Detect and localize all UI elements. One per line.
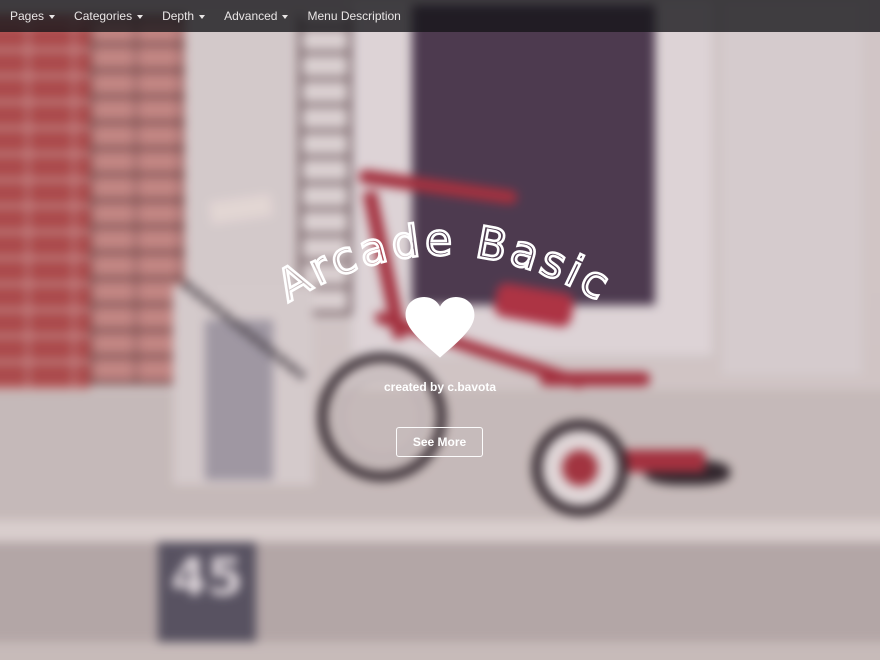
nav-item-label: Categories xyxy=(74,9,133,23)
nav-item-menu-description[interactable]: Menu Description xyxy=(307,9,400,23)
nav-item-label: Menu Description xyxy=(307,9,401,23)
caret-down-icon xyxy=(49,14,56,19)
nav-item-pages[interactable]: Pages xyxy=(10,9,56,23)
hero: Arcade Basic created by c.bavota See Mor… xyxy=(0,0,880,660)
caret-down-icon xyxy=(137,14,144,19)
heart-icon xyxy=(405,297,475,358)
caret-down-icon xyxy=(282,14,289,19)
main-menu: Pages Categories Depth Advanced Menu Des… xyxy=(0,0,880,32)
nav-item-label: Advanced xyxy=(224,9,278,23)
nav-item-label: Pages xyxy=(10,9,45,23)
nav-item-categories[interactable]: Categories xyxy=(74,9,144,23)
site-credit: created by c.bavota xyxy=(383,380,497,394)
nav-item-label: Depth xyxy=(162,9,195,23)
see-more-button[interactable]: See More xyxy=(396,427,483,457)
caret-down-icon xyxy=(199,14,206,19)
nav-item-advanced[interactable]: Advanced xyxy=(224,9,289,23)
top-navbar: Pages Categories Depth Advanced Menu Des… xyxy=(0,0,880,32)
nav-item-depth[interactable]: Depth xyxy=(162,9,206,23)
